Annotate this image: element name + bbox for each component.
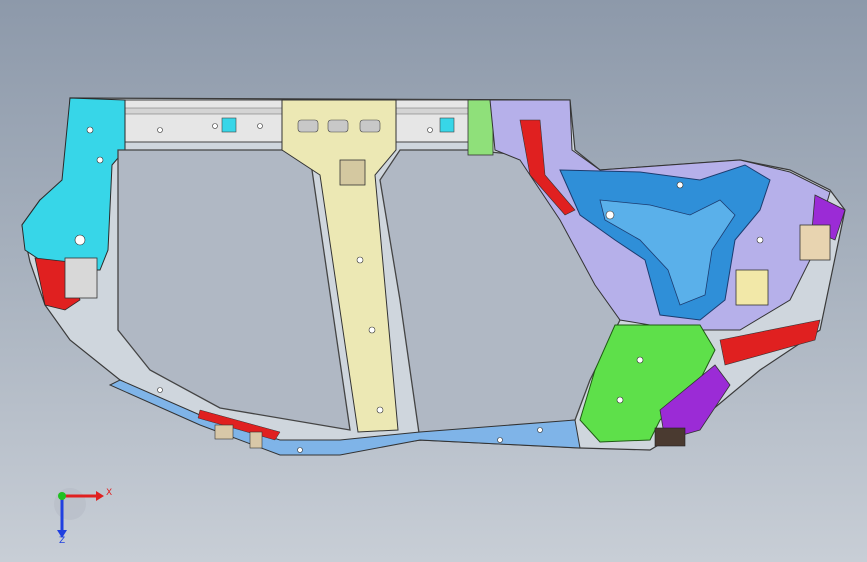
z-axis-label: Z — [59, 536, 66, 546]
quarter-gusset — [735, 269, 769, 306]
roof-rear-segment — [467, 99, 494, 156]
rocker-bracket-2 — [249, 431, 263, 449]
cad-viewport[interactable]: X Z — [0, 0, 867, 562]
rear-dark-bracket — [654, 427, 686, 447]
x-axis-arrowhead — [96, 491, 104, 501]
rocker-bracket-1 — [214, 424, 234, 440]
front-bracket — [64, 257, 98, 299]
body-side-model[interactable] — [0, 0, 867, 562]
triad-origin-shadow — [54, 488, 86, 520]
x-axis-label: X — [106, 488, 113, 498]
b-pillar-clip — [339, 159, 366, 186]
coordinate-triad: X Z — [40, 478, 120, 548]
tail-bracket — [799, 224, 831, 261]
y-axis-dot — [58, 492, 66, 500]
